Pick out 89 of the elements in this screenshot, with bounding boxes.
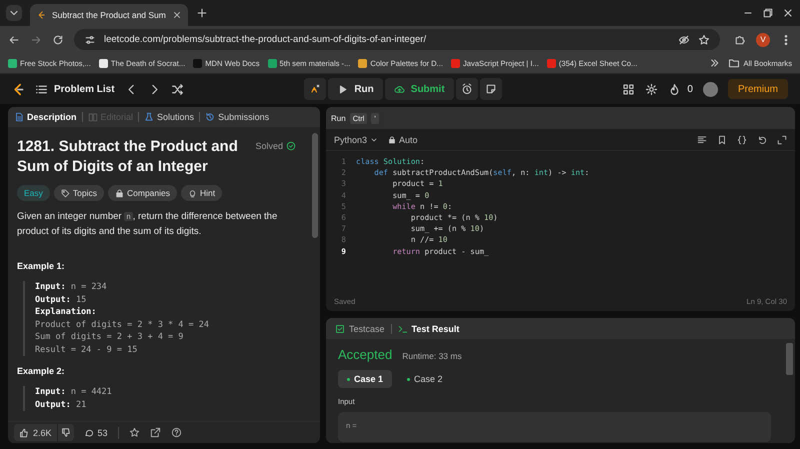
pass-dot (347, 378, 350, 380)
layout-icon[interactable] (622, 82, 636, 96)
auto-mode-toggle[interactable]: Auto (388, 134, 418, 144)
example-line: Result = 24 - 9 = 15 (35, 344, 138, 356)
list-icon (35, 82, 48, 96)
flame-icon (668, 82, 682, 96)
settings-icon[interactable] (645, 82, 658, 96)
solved-status: Solved (255, 141, 296, 151)
verdict-text: Accepted (338, 347, 392, 362)
user-avatar[interactable] (702, 82, 718, 96)
share-icon[interactable] (150, 427, 161, 438)
like-button[interactable]: 2.6K (14, 428, 57, 438)
panel-tab[interactable]: Description (14, 112, 77, 122)
browser-tab[interactable]: Subtract the Product and Sum (30, 4, 188, 26)
format-icon[interactable] (697, 134, 707, 144)
document-icon (14, 112, 24, 122)
cloud-upload-icon (394, 84, 405, 94)
example-heading: Example 2: (17, 366, 66, 376)
play-icon (337, 84, 348, 94)
example-line: Explanation: (35, 306, 98, 318)
tag-chip[interactable]: Hint (181, 185, 222, 201)
streak-counter[interactable]: 0 (668, 82, 693, 96)
new-tab-icon[interactable] (196, 7, 208, 19)
example-line: Output: 21 (35, 398, 88, 411)
tag-chip[interactable]: Companies (108, 185, 177, 201)
alarm-clock-icon[interactable] (456, 78, 478, 100)
profile-avatar[interactable]: V (756, 32, 770, 46)
problem-title: 1281. Subtract the Product and Sum of Digits of an Integer (17, 137, 239, 177)
difficulty-badge: Easy (17, 185, 50, 201)
bookmark-star-icon[interactable] (698, 34, 710, 46)
lock-icon (388, 136, 396, 144)
scrollbar[interactable] (786, 343, 793, 375)
language-dropdown[interactable]: Python3 (334, 134, 378, 144)
forward-icon[interactable] (30, 34, 42, 46)
scrollbar[interactable] (312, 133, 318, 238)
flask-icon (144, 112, 154, 122)
premium-button[interactable]: Premium (728, 79, 788, 99)
note-icon[interactable] (480, 78, 502, 100)
submit-button[interactable]: Submit (384, 78, 454, 100)
problem-list-button[interactable]: Problem List (35, 82, 115, 96)
example-line: Sum of digits = 2 + 3 + 4 = 9 (35, 331, 184, 344)
comments-button[interactable]: 53 (84, 428, 108, 438)
history-icon (205, 112, 216, 122)
case-tab[interactable]: Case 1 (338, 370, 392, 388)
expand-icon[interactable] (777, 134, 787, 144)
example-line: Input: n = 4421 (35, 386, 113, 398)
close-icon[interactable] (172, 10, 182, 20)
close-icon[interactable] (782, 7, 794, 19)
braces-icon[interactable] (737, 134, 747, 144)
site-settings-icon[interactable] (84, 34, 96, 46)
run-button[interactable]: Run (328, 78, 383, 100)
leetcode-logo-icon (36, 10, 46, 20)
terminal-icon (398, 324, 408, 334)
tag-chip[interactable]: Topics (54, 185, 104, 201)
thumbs-up-icon (19, 428, 29, 438)
address-field[interactable]: leetcode.com/problems/subtract-the-product-and-sum-of-digits-of-an-integer/ (74, 29, 720, 50)
example-line: Output: 15 (35, 294, 88, 306)
lock-icon (115, 188, 124, 198)
pass-dot (407, 378, 410, 380)
runtime-text: Runtime: 33 ms (402, 351, 462, 361)
lightbulb-icon (188, 188, 197, 198)
panel-tab[interactable]: Testcase (335, 324, 385, 334)
example-line: Product of digits = 2 * 3 * 4 = 24 (35, 318, 210, 331)
tooltip-label: Run (331, 114, 346, 122)
case-tab[interactable]: Case 2 (398, 370, 452, 388)
panel-tab[interactable]: Submissions (205, 112, 270, 122)
bookmark-icon[interactable] (717, 134, 727, 144)
checkbox-icon (335, 324, 345, 334)
restore-icon[interactable] (762, 7, 774, 19)
tab-title: Subtract the Product and Sum (52, 10, 166, 20)
panel-tab[interactable]: Test Result (398, 324, 460, 334)
example-line: Input: n = 234 (35, 281, 108, 294)
book-icon (88, 112, 98, 122)
folder-icon (728, 57, 740, 69)
back-icon[interactable] (8, 34, 20, 46)
comment-icon (84, 428, 94, 438)
undo-icon[interactable] (757, 134, 767, 144)
eye-slash-icon[interactable] (678, 34, 690, 46)
shuffle-icon[interactable] (170, 82, 184, 96)
help-icon[interactable] (170, 427, 182, 438)
check-circle-icon (286, 141, 296, 151)
tab-search-icon[interactable] (6, 5, 22, 21)
extensions-icon[interactable] (734, 34, 746, 46)
example-heading: Example 1: (17, 261, 66, 271)
reload-icon[interactable] (52, 34, 64, 46)
leetcode-logo-icon[interactable] (12, 82, 25, 96)
panel-tab[interactable]: Solutions (144, 112, 194, 122)
star-icon[interactable] (128, 427, 140, 438)
tag-icon (60, 188, 70, 198)
